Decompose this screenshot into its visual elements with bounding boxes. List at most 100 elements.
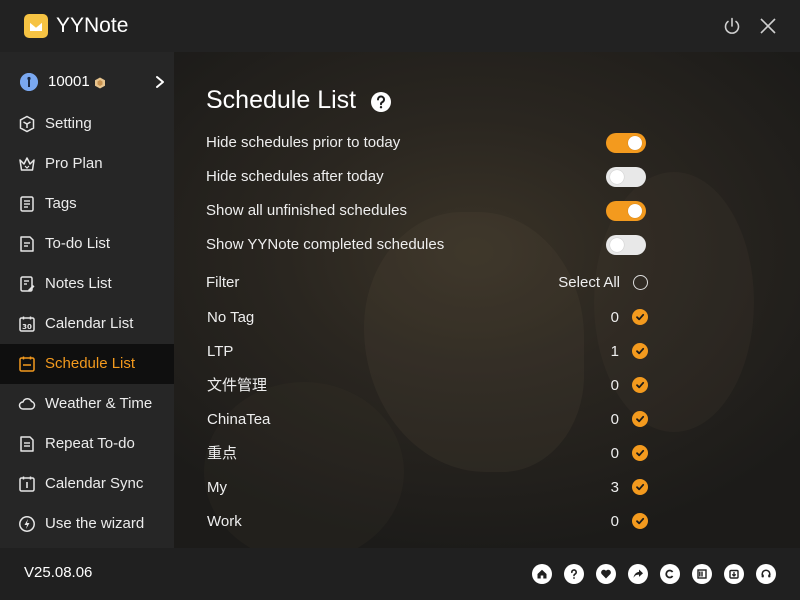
tag-name: Work (207, 513, 242, 530)
avatar (20, 73, 38, 91)
version-label: V25.08.06 (24, 564, 93, 581)
footer-bar: V25.08.06 (0, 548, 800, 600)
sidebar-item-calendar-sync[interactable]: Calendar Sync (0, 464, 174, 504)
tag-row-key-points[interactable]: 重点 0 (207, 442, 651, 466)
app-title: YYNote (56, 14, 129, 37)
check-icon[interactable] (632, 479, 648, 495)
calendar-sync-icon (18, 475, 36, 493)
select-all-label[interactable]: Select All (558, 274, 620, 292)
tag-row-file-management[interactable]: 文件管理 0 (207, 374, 651, 398)
check-icon[interactable] (632, 309, 648, 325)
hide-after-toggle[interactable] (606, 167, 646, 187)
chevron-right-icon[interactable] (153, 74, 167, 90)
tag-name: 文件管理 (207, 377, 268, 394)
tag-list-icon (18, 195, 36, 213)
sidebar-item-label: Calendar Sync (45, 475, 144, 492)
tag-count: 0 (610, 513, 619, 530)
toggle-knob (628, 204, 642, 218)
vip-badge-icon (94, 76, 106, 89)
main-panel: Schedule List Hide schedules prior to to… (174, 52, 800, 548)
cloud-icon (18, 395, 36, 413)
sidebar-item-label: Notes List (45, 275, 112, 292)
tag-name: No Tag (207, 309, 255, 326)
sidebar-item-label: Pro Plan (45, 155, 103, 172)
help-icon[interactable] (371, 92, 391, 112)
share-icon[interactable] (628, 564, 648, 584)
tag-count: 0 (610, 445, 619, 462)
tag-count: 0 (610, 411, 619, 428)
tag-row-chinatea[interactable]: ChinaTea 0 (207, 408, 651, 432)
filter-row: Filter Select All (206, 271, 650, 295)
sidebar: 10001 Setting Pro Plan Tags To-do List N… (0, 52, 174, 548)
tag-name: 重点 (207, 445, 238, 462)
sidebar-item-label: Repeat To-do (45, 435, 135, 452)
help-icon[interactable] (564, 564, 584, 584)
tag-count: 0 (610, 377, 619, 394)
sidebar-item-weather-time[interactable]: Weather & Time (0, 384, 174, 424)
sidebar-item-use-wizard[interactable]: Use the wizard (0, 504, 174, 544)
tag-row-my[interactable]: My 3 (207, 476, 651, 500)
copyright-icon[interactable] (660, 564, 680, 584)
sidebar-item-label: Schedule List (45, 355, 136, 372)
power-icon[interactable] (720, 14, 744, 38)
schedule-icon (18, 355, 36, 373)
tag-row-ltp[interactable]: LTP 1 (207, 340, 651, 364)
tag-row-no-tag[interactable]: No Tag 0 (207, 306, 651, 330)
sidebar-item-setting[interactable]: Setting (0, 104, 174, 144)
toggle-knob (610, 170, 624, 184)
lightning-icon (18, 515, 36, 533)
sidebar-item-label: Use the wizard (45, 515, 145, 532)
page-title: Schedule List (206, 86, 357, 114)
heart-icon[interactable] (596, 564, 616, 584)
toggle-label: Show YYNote completed schedules (206, 236, 445, 253)
tag-count: 3 (610, 479, 619, 496)
app-logo-icon (24, 14, 48, 38)
repeat-icon (18, 435, 36, 453)
toggle-row-hide-prior: Hide schedules prior to today (206, 131, 646, 155)
user-account-row[interactable]: 10001 (0, 64, 174, 100)
show-unfinished-toggle[interactable] (606, 201, 646, 221)
svg-text:30: 30 (22, 323, 32, 331)
filter-label: Filter (206, 274, 240, 291)
sidebar-item-pro-plan[interactable]: Pro Plan (0, 144, 174, 184)
sidebar-item-todo-list[interactable]: To-do List (0, 224, 174, 264)
home-icon[interactable] (532, 564, 552, 584)
tag-count: 0 (610, 309, 619, 326)
crown-icon (18, 155, 36, 173)
toggle-row-hide-after: Hide schedules after today (206, 165, 646, 189)
check-icon[interactable] (632, 377, 648, 393)
check-icon[interactable] (632, 513, 648, 529)
sidebar-item-repeat-todo[interactable]: Repeat To-do (0, 424, 174, 464)
support-icon[interactable] (756, 564, 776, 584)
check-icon[interactable] (632, 343, 648, 359)
export-icon[interactable] (692, 564, 712, 584)
tag-name: LTP (207, 343, 234, 360)
toggle-row-show-completed: Show YYNote completed schedules (206, 233, 646, 257)
notes-icon (18, 275, 36, 293)
sidebar-item-label: Setting (45, 115, 92, 132)
sidebar-item-label: Weather & Time (45, 395, 153, 412)
sidebar-item-notes-list[interactable]: Notes List (0, 264, 174, 304)
sidebar-item-label: Calendar List (45, 315, 134, 332)
sidebar-item-calendar-list[interactable]: 30 Calendar List (0, 304, 174, 344)
show-completed-toggle[interactable] (606, 235, 646, 255)
toggle-label: Hide schedules prior to today (206, 134, 401, 151)
sidebar-item-label: Tags (45, 195, 77, 212)
user-id: 10001 (48, 73, 90, 90)
sidebar-item-schedule-list[interactable]: Schedule List (0, 344, 174, 384)
toggle-knob (610, 238, 624, 252)
hide-prior-toggle[interactable] (606, 133, 646, 153)
toggle-label: Show all unfinished schedules (206, 202, 407, 219)
sidebar-item-tags[interactable]: Tags (0, 184, 174, 224)
close-icon[interactable] (756, 14, 780, 38)
tag-count: 1 (610, 343, 619, 360)
toggle-label: Hide schedules after today (206, 168, 384, 185)
tag-name: ChinaTea (207, 411, 271, 428)
tag-row-work[interactable]: Work 0 (207, 510, 651, 534)
check-icon[interactable] (632, 411, 648, 427)
select-all-radio[interactable] (633, 275, 648, 290)
title-bar: YYNote (0, 0, 800, 52)
sidebar-item-label: To-do List (45, 235, 111, 252)
check-icon[interactable] (632, 445, 648, 461)
download-icon[interactable] (724, 564, 744, 584)
